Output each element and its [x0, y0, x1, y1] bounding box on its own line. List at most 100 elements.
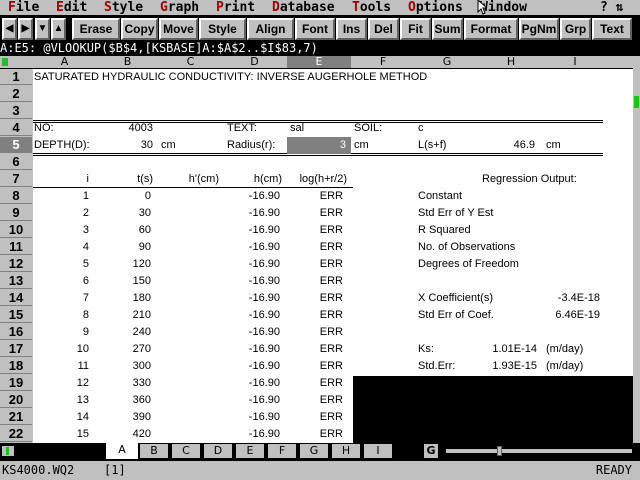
- ks-label[interactable]: Ks:: [418, 341, 434, 358]
- vertical-scrollbar[interactable]: [633, 56, 640, 443]
- no-value[interactable]: 4003: [96, 120, 153, 137]
- column-header-h[interactable]: H: [479, 56, 543, 68]
- std-err-label[interactable]: Std.Err:: [418, 358, 455, 375]
- row-header[interactable]: 18: [0, 358, 32, 374]
- cell-i[interactable]: 9: [63, 324, 89, 341]
- erase-button[interactable]: Erase: [72, 18, 120, 40]
- move-button[interactable]: Move: [159, 18, 198, 40]
- column-header-a[interactable]: A: [33, 56, 96, 68]
- cell-h[interactable]: -16.90: [222, 188, 280, 205]
- menu-file[interactable]: File: [8, 0, 39, 15]
- sheet-tab-b[interactable]: B: [140, 444, 168, 458]
- cell-i[interactable]: 13: [63, 392, 89, 409]
- format-button[interactable]: Format: [464, 18, 518, 40]
- cell-t[interactable]: 90: [96, 239, 151, 256]
- regression-label[interactable]: R Squared: [418, 222, 471, 239]
- row-header[interactable]: 6: [0, 154, 32, 170]
- sheet-tab-e[interactable]: E: [236, 444, 264, 458]
- regression-label[interactable]: Constant: [418, 188, 462, 205]
- tab-scroll-box[interactable]: [2, 446, 14, 456]
- header-h-prime[interactable]: h'(cm): [159, 171, 219, 188]
- row-header[interactable]: 13: [0, 273, 32, 289]
- group-button[interactable]: Grp: [560, 18, 591, 40]
- row-header[interactable]: 10: [0, 222, 32, 238]
- cell-log[interactable]: ERR: [287, 273, 343, 290]
- cell-log[interactable]: ERR: [287, 188, 343, 205]
- cell-t[interactable]: 270: [96, 341, 151, 358]
- cell-i[interactable]: 7: [63, 290, 89, 307]
- sheet-tab-h[interactable]: H: [332, 444, 360, 458]
- cell-t[interactable]: 60: [96, 222, 151, 239]
- cell-log[interactable]: ERR: [287, 392, 343, 409]
- cell-t[interactable]: 30: [96, 205, 151, 222]
- cell-h[interactable]: -16.90: [222, 426, 280, 443]
- cell-h[interactable]: -16.90: [222, 358, 280, 375]
- spreadsheet-grid[interactable]: SATURATED HYDRAULIC CONDUCTIVITY: INVERS…: [33, 69, 633, 443]
- cell-t[interactable]: 210: [96, 307, 151, 324]
- column-header-i[interactable]: I: [543, 56, 607, 68]
- horizontal-scroll-thumb[interactable]: [497, 446, 502, 456]
- column-header-d[interactable]: D: [222, 56, 287, 68]
- cell-i[interactable]: 2: [63, 205, 89, 222]
- column-header-c[interactable]: C: [159, 56, 222, 68]
- cell-log[interactable]: ERR: [287, 290, 343, 307]
- cell-h[interactable]: -16.90: [222, 273, 280, 290]
- cell-h[interactable]: -16.90: [222, 409, 280, 426]
- menu-print[interactable]: Print: [216, 0, 255, 15]
- menu-database[interactable]: Database: [272, 0, 335, 15]
- menu-graph[interactable]: Graph: [160, 0, 199, 15]
- regression-label[interactable]: Degrees of Freedom: [418, 256, 519, 273]
- ks-unit[interactable]: (m/day): [546, 341, 583, 358]
- cell-t[interactable]: 360: [96, 392, 151, 409]
- cell-i[interactable]: 6: [63, 273, 89, 290]
- cell-i[interactable]: 15: [63, 426, 89, 443]
- cell-h[interactable]: -16.90: [222, 256, 280, 273]
- header-i[interactable]: i: [63, 171, 89, 188]
- cell-t[interactable]: 120: [96, 256, 151, 273]
- regression-value[interactable]: 6.46E-19: [523, 307, 600, 324]
- cell-log[interactable]: ERR: [287, 307, 343, 324]
- row-header[interactable]: 15: [0, 307, 32, 323]
- regression-label[interactable]: No. of Observations: [418, 239, 515, 256]
- text-button[interactable]: Text: [592, 18, 632, 40]
- header-log[interactable]: log(h+r/2): [287, 171, 347, 188]
- cell-log[interactable]: ERR: [287, 341, 343, 358]
- row-header[interactable]: 8: [0, 188, 32, 204]
- row-header[interactable]: 19: [0, 375, 32, 391]
- cell-log[interactable]: ERR: [287, 409, 343, 426]
- cell-t[interactable]: 150: [96, 273, 151, 290]
- no-label[interactable]: NO:: [34, 120, 54, 137]
- column-header-g[interactable]: G: [415, 56, 479, 68]
- std-err-value[interactable]: 1.93E-15: [463, 358, 537, 375]
- horizontal-scrollbar[interactable]: [446, 449, 632, 453]
- row-header-selected[interactable]: 5: [0, 137, 32, 153]
- cell-log[interactable]: ERR: [287, 256, 343, 273]
- cell-h[interactable]: -16.90: [222, 375, 280, 392]
- regression-title[interactable]: Regression Output:: [482, 171, 577, 188]
- row-header[interactable]: 16: [0, 324, 32, 340]
- cell-log[interactable]: ERR: [287, 205, 343, 222]
- text-label[interactable]: TEXT:: [227, 120, 257, 137]
- header-h[interactable]: h(cm): [222, 171, 282, 188]
- cell-h[interactable]: -16.90: [222, 392, 280, 409]
- cell-log[interactable]: ERR: [287, 358, 343, 375]
- sheet-tab-g[interactable]: G: [300, 444, 328, 458]
- arrow-right-icon[interactable]: ▶: [18, 18, 33, 40]
- ks-value[interactable]: 1.01E-14: [463, 341, 537, 358]
- cell-h[interactable]: -16.90: [222, 205, 280, 222]
- row-header[interactable]: 11: [0, 239, 32, 255]
- column-header-f[interactable]: F: [351, 56, 415, 68]
- menu-edit[interactable]: Edit: [56, 0, 87, 15]
- radius-label[interactable]: Radius(r):: [227, 137, 275, 154]
- cell-t[interactable]: 330: [96, 375, 151, 392]
- sheet-tab-d[interactable]: D: [204, 444, 232, 458]
- regression-label[interactable]: Std Err of Y Est: [418, 205, 493, 222]
- copy-button[interactable]: Copy: [121, 18, 158, 40]
- depth-label[interactable]: DEPTH(D):: [34, 137, 90, 154]
- filled-range-block[interactable]: [353, 376, 633, 443]
- cell-i[interactable]: 1: [63, 188, 89, 205]
- arrow-up-icon[interactable]: ▲: [51, 18, 66, 40]
- row-header[interactable]: 7: [0, 171, 32, 187]
- depth-value[interactable]: 30: [96, 137, 153, 154]
- lsf-label[interactable]: L(s+f): [418, 137, 446, 154]
